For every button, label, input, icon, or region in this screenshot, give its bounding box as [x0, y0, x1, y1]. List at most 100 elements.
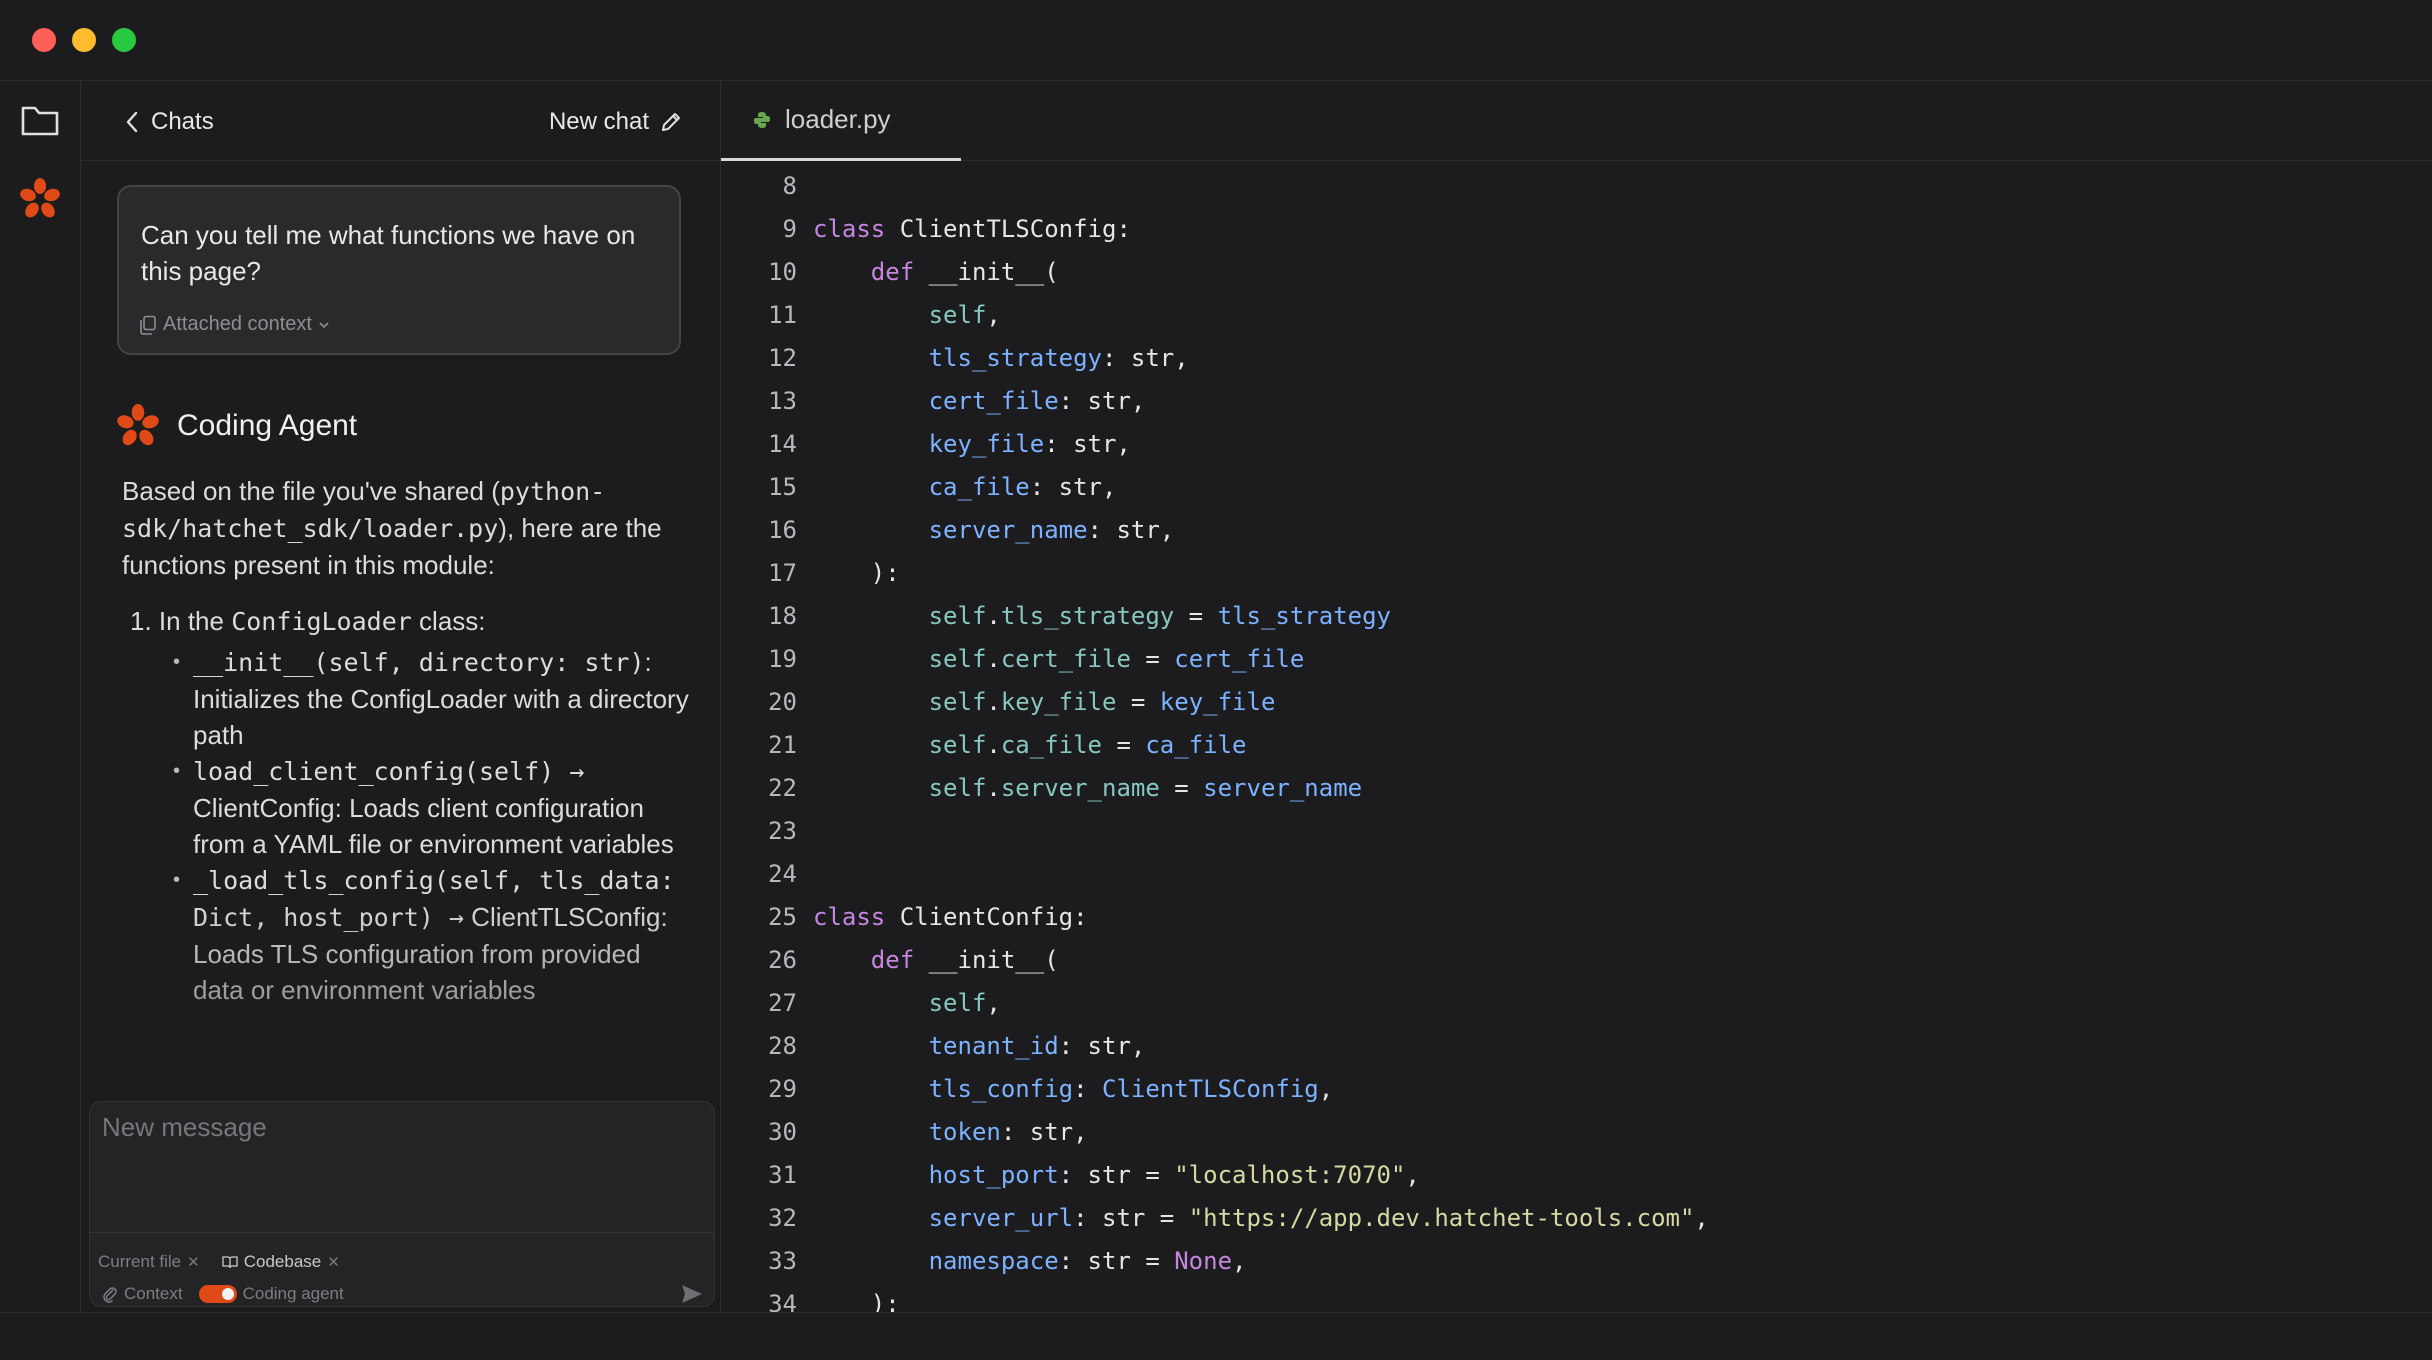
line-number: 19 [768, 645, 797, 673]
copy-icon [140, 315, 156, 335]
add-context-button[interactable]: Context [102, 1284, 183, 1304]
hatchet-logo-icon [117, 404, 159, 446]
chip-current-file-label: Current file [98, 1252, 182, 1271]
code-token: self [928, 688, 987, 716]
code-token: : str, [1044, 430, 1131, 458]
list-item: 1. In the ConfigLoader class: __init__(s… [122, 603, 692, 1008]
agent-name: Coding Agent [177, 409, 358, 442]
line-number: 34 [768, 1290, 797, 1312]
code-token: tls_strategy [1000, 602, 1175, 630]
line-number: 14 [768, 430, 797, 458]
intro-prefix: Based on the file you've shared ( [122, 476, 500, 506]
close-icon[interactable]: ✕ [187, 1253, 200, 1271]
code-token: token [928, 1118, 1001, 1146]
line-content: self.tls_strategy = tls_strategy [813, 595, 1391, 638]
code-token: __init__( [914, 258, 1059, 286]
code-token: : [1073, 1075, 1102, 1103]
code-line: 26 def __init__( [721, 939, 2432, 982]
book-icon [222, 1256, 238, 1269]
list-item-class: ConfigLoader [231, 607, 412, 636]
minimize-window-button[interactable] [72, 28, 96, 52]
line-number: 21 [768, 731, 797, 759]
code-token: = [1130, 645, 1175, 673]
back-to-chats-button[interactable]: Chats [125, 105, 214, 139]
code-token: def [870, 946, 915, 974]
code-token: key_file [1000, 688, 1117, 716]
code-token: server_name [928, 516, 1088, 544]
code-token: class [813, 903, 886, 931]
attached-context-toggle[interactable]: Attached context [139, 313, 330, 336]
agent-header: Coding Agent [115, 403, 357, 449]
composer-toolbar: Context Coding agent [102, 1280, 706, 1308]
code-line: 20 self.key_file = key_file [721, 681, 2432, 724]
code-token: ClientConfig: [885, 903, 1088, 931]
code-token: self [928, 731, 987, 759]
code-token: host_port [928, 1161, 1059, 1189]
line-number: 29 [768, 1075, 797, 1103]
code-line: 30 token: str, [721, 1111, 2432, 1154]
chip-current-file[interactable]: Current file ✕ [98, 1252, 200, 1272]
code-line: 24 [721, 853, 2432, 896]
coding-agent-toggle[interactable]: Coding agent [198, 1284, 344, 1304]
folder-icon[interactable] [20, 103, 60, 137]
line-number: 24 [768, 860, 797, 888]
line-content: def __init__( [813, 251, 1059, 294]
python-icon [754, 111, 770, 128]
new-message-input[interactable] [102, 1112, 702, 1212]
code-line: 10 def __init__( [721, 251, 2432, 294]
code-line: 8 [721, 165, 2432, 208]
code-token: ca_file [1000, 731, 1102, 759]
code-token: : str, [1000, 1118, 1088, 1146]
line-content: server_name: str, [813, 509, 1175, 552]
code-token: cert_file [928, 387, 1059, 415]
code-token: : str, [1087, 516, 1175, 544]
code-token: ca_file [928, 473, 1030, 501]
code-token: class [813, 215, 886, 243]
chevron-down-icon [319, 321, 329, 328]
chip-codebase[interactable]: Codebase ✕ [222, 1252, 340, 1272]
close-window-button[interactable] [32, 28, 56, 52]
code-line: 32 server_url: str = "https://app.dev.ha… [721, 1197, 2432, 1240]
code-area[interactable]: 8 9 class ClientTLSConfig: 10 def __init__(… [721, 163, 2432, 1312]
context-chips: Current file ✕ Codebase ✕ [98, 1252, 340, 1272]
code-token: : str, [1101, 344, 1189, 372]
coding-agent-switch[interactable] [198, 1285, 237, 1303]
back-label: Chats [151, 108, 214, 135]
close-icon[interactable]: ✕ [327, 1253, 340, 1271]
hatchet-logo-icon[interactable] [18, 177, 62, 221]
function-item: __init__(self, directory: str): Initiali… [173, 644, 692, 753]
line-content: ): [813, 1283, 900, 1312]
code-token: tenant_id [928, 1032, 1059, 1060]
line-content: cert_file: str, [813, 380, 1146, 423]
activity-bar [0, 81, 81, 1312]
title-bar [0, 0, 2432, 81]
code-line: 34 ): [721, 1283, 2432, 1312]
code-token: : str = [1058, 1247, 1175, 1275]
tab-loader-py[interactable]: loader.py [721, 81, 961, 161]
list-item-prefix: 1. In the [130, 606, 232, 636]
line-number: 31 [768, 1161, 797, 1189]
attached-context-label: Attached context [163, 313, 312, 335]
line-content: self, [813, 982, 1001, 1025]
code-token: self [928, 645, 987, 673]
code-token: ): [813, 1290, 900, 1312]
send-icon[interactable] [678, 1280, 706, 1308]
maximize-window-button[interactable] [112, 28, 136, 52]
line-number: 27 [768, 989, 797, 1017]
line-number: 8 [782, 172, 797, 200]
code-line: 25 class ClientConfig: [721, 896, 2432, 939]
code-token: "localhost:7070" [1174, 1161, 1406, 1189]
code-line: 31 host_port: str = "localhost:7070", [721, 1154, 2432, 1197]
code-line: 19 self.cert_file = cert_file [721, 638, 2432, 681]
new-chat-button[interactable]: New chat [549, 105, 683, 139]
code-token: ClientTLSConfig [1102, 1075, 1319, 1103]
code-line: 15 ca_file: str, [721, 466, 2432, 509]
code-token: , [1405, 1161, 1420, 1189]
list-item-suffix: class: [411, 606, 486, 636]
